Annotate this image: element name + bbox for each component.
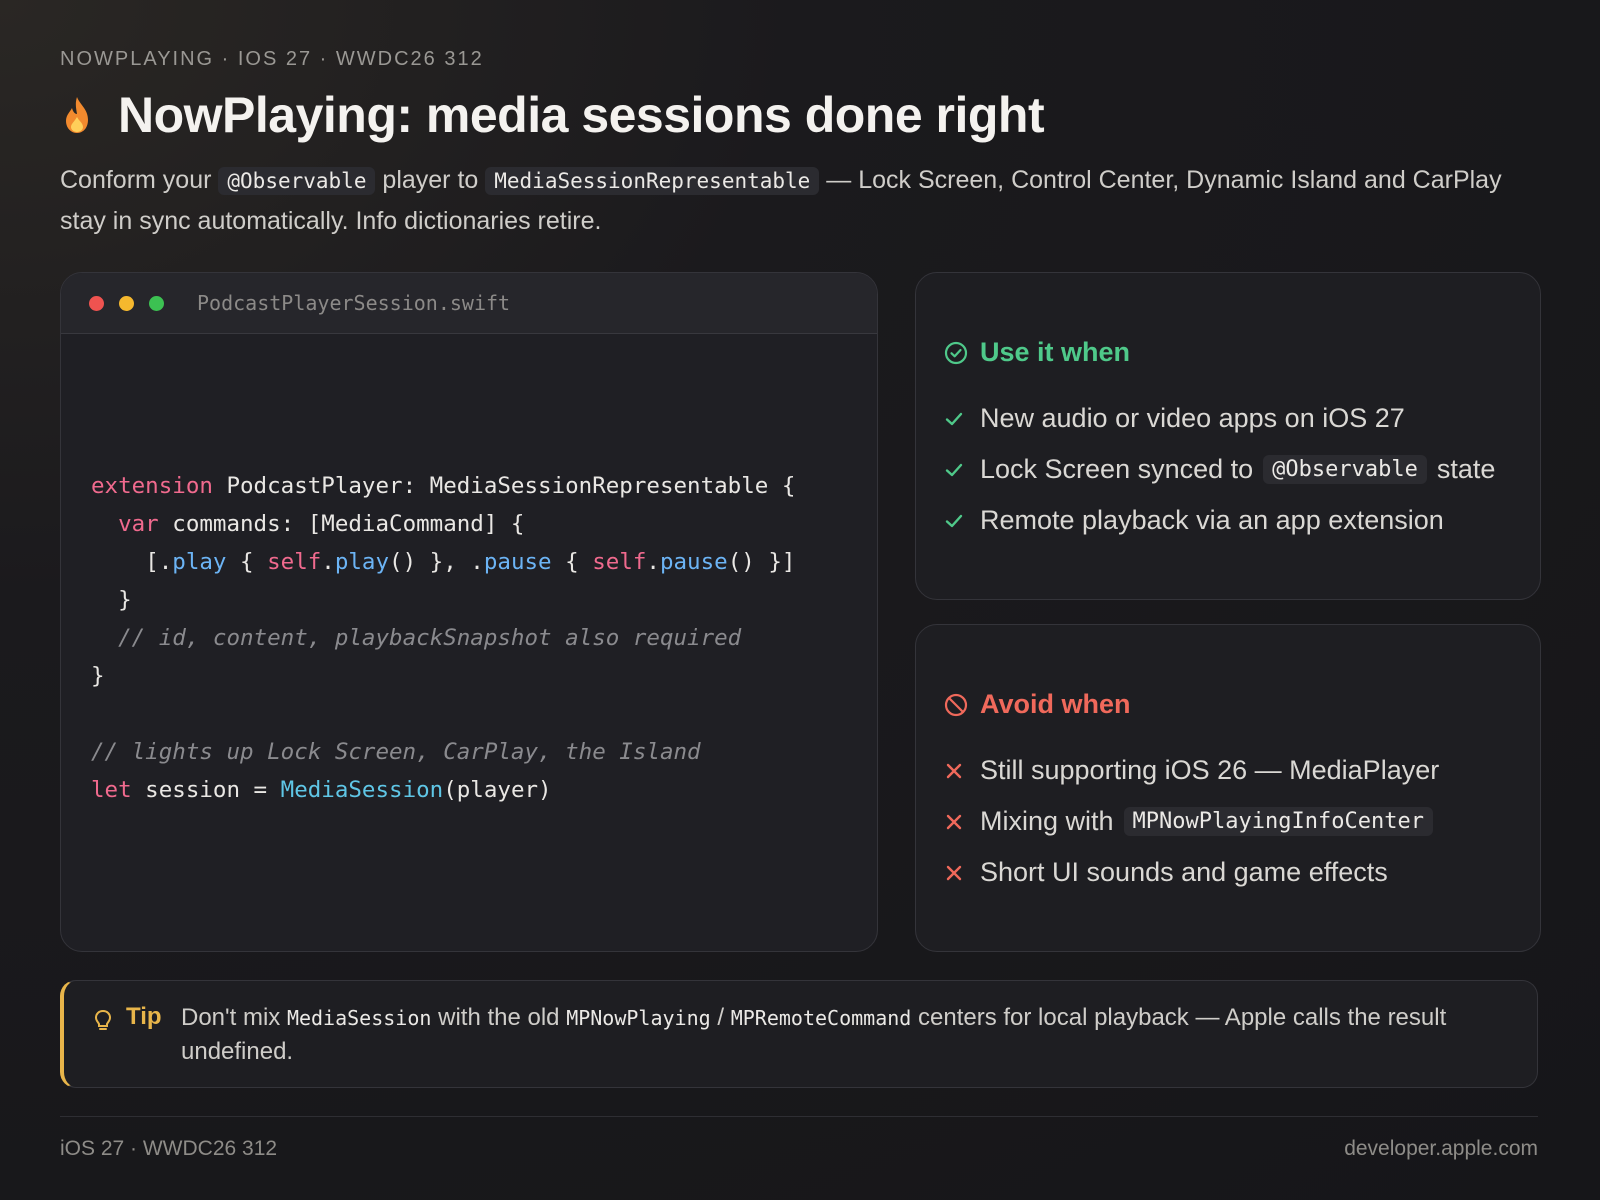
footer-session: iOS 27 · WWDC26 312 — [60, 1137, 278, 1160]
code-keyword: let — [91, 777, 132, 803]
footer-divider — [60, 1116, 1538, 1117]
list-item: Mixing with MPNowPlayingInfoCenter — [944, 796, 1443, 847]
cross-icon — [944, 812, 980, 832]
zoom-dot — [149, 295, 164, 311]
code-text: [. — [145, 549, 173, 575]
code-block: extension PodcastPlayer: MediaSessionRep… — [91, 467, 795, 809]
cross-icon — [944, 761, 980, 781]
prohibited-icon — [944, 693, 968, 716]
subtitle-text: Conform your — [60, 166, 219, 194]
code-type: MediaSession — [280, 777, 444, 803]
list-item: Short UI sounds and game effects — [944, 847, 1443, 898]
minimize-dot — [119, 295, 134, 311]
use-it-when-panel: Use it when New audio or video apps on i… — [915, 272, 1541, 600]
check-circle-icon — [944, 341, 968, 364]
code-keyword: self — [592, 549, 647, 575]
avoid-list: Still supporting iOS 26 — MediaPlayer Mi… — [944, 745, 1443, 898]
list-item-text: state — [1436, 454, 1496, 484]
list-item: Lock Screen synced to @Observable state — [944, 444, 1495, 495]
tip-code: MediaSession — [286, 1006, 432, 1030]
code-chip: MediaSessionRepresentable — [485, 167, 820, 195]
cross-icon — [944, 863, 980, 883]
page-title: NowPlaying: media sessions done right — [118, 87, 1045, 143]
code-text: { — [226, 549, 268, 575]
panel-title: Use it when — [980, 337, 1131, 367]
list-item-text: Mixing with — [980, 806, 1114, 836]
checkmark-icon — [944, 511, 980, 531]
code-keyword: var — [118, 511, 159, 537]
tip-text-part: with the old — [431, 1004, 567, 1031]
code-chip: MPNowPlayingInfoCenter — [1123, 807, 1433, 836]
list-item-text: New audio or video apps on iOS 27 — [980, 403, 1405, 433]
list-item: Still supporting iOS 26 — MediaPlayer — [944, 745, 1443, 796]
list-item: Remote playback via an app extension — [944, 495, 1495, 546]
lightbulb-icon — [94, 1009, 112, 1030]
tip-code: MPRemoteCommand — [730, 1006, 912, 1030]
code-text: session = — [131, 777, 281, 803]
panel-heading: Avoid when — [944, 689, 1131, 720]
title-row: NowPlaying: media sessions done right — [60, 86, 1045, 144]
tip-text-part: / — [710, 1004, 731, 1031]
close-dot — [89, 295, 104, 311]
footer-link[interactable]: developer.apple.com — [1344, 1137, 1538, 1161]
code-text: commands: [MediaCommand] { — [158, 511, 525, 537]
code-text: { — [551, 549, 593, 575]
code-keyword: self — [267, 549, 322, 575]
checkmark-icon — [944, 460, 980, 480]
subtitle: Conform your @Observable player to Media… — [60, 160, 1550, 241]
panel-title: Avoid when — [980, 689, 1131, 719]
list-item-text: Lock Screen synced to — [980, 454, 1254, 484]
checkmark-icon — [944, 409, 980, 429]
code-text: . — [321, 549, 335, 575]
code-window-header: PodcastPlayerSession.swift — [61, 273, 877, 334]
tip-label: Tip — [126, 1003, 162, 1030]
list-item: New audio or video apps on iOS 27 — [944, 393, 1495, 444]
code-comment: // lights up Lock Screen, CarPlay, the I… — [91, 739, 701, 765]
tip-code: MPNowPlaying — [566, 1006, 711, 1030]
code-chip: @Observable — [218, 167, 376, 195]
list-item-text: Remote playback via an app extension — [980, 505, 1444, 535]
eyebrow: NOWPLAYING · IOS 27 · WWDC26 312 — [60, 48, 484, 70]
code-member: play — [334, 549, 390, 575]
code-card: PodcastPlayerSession.swift extension Pod… — [60, 272, 878, 952]
panel-heading: Use it when — [944, 337, 1130, 368]
code-chip: @Observable — [1263, 455, 1427, 484]
code-text: } — [118, 587, 132, 613]
code-member: pause — [659, 549, 728, 575]
subtitle-text: player to — [375, 166, 486, 194]
tip-callout: Tip Don't mix MediaSession with the old … — [60, 980, 1538, 1088]
list-item-text: Short UI sounds and game effects — [980, 857, 1388, 887]
code-text: } — [91, 663, 105, 689]
code-text: . — [646, 549, 660, 575]
tip-text-part: Don't mix — [181, 1004, 287, 1031]
code-text: PodcastPlayer: MediaSessionRepresentable… — [212, 473, 796, 499]
tip-text: Don't mix MediaSession with the old MPNo… — [181, 1001, 1521, 1068]
code-text: () }] — [727, 549, 796, 575]
list-item-text: Still supporting iOS 26 — MediaPlayer — [980, 755, 1440, 785]
code-text: (player) — [443, 777, 552, 803]
file-name: PodcastPlayerSession.swift — [197, 291, 511, 315]
use-list: New audio or video apps on iOS 27 Lock S… — [944, 393, 1495, 546]
code-member: pause — [483, 549, 552, 575]
code-keyword: extension — [91, 473, 213, 499]
code-comment: // id, content, playbackSnapshot also re… — [118, 625, 742, 651]
avoid-when-panel: Avoid when Still supporting iOS 26 — Med… — [915, 624, 1541, 952]
flame-icon — [66, 97, 88, 133]
code-member: play — [172, 549, 227, 575]
code-text: () }, . — [389, 549, 484, 575]
